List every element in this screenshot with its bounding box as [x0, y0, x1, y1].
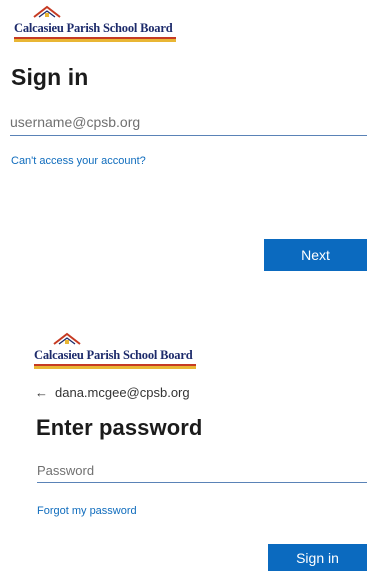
forgot-password-link[interactable]: Forgot my password [37, 505, 137, 517]
logo-text: Calcasieu Parish School Board [34, 348, 193, 362]
school-board-logo: Calcasieu Parish School Board [14, 5, 184, 42]
username-field[interactable] [10, 109, 367, 136]
password-field[interactable] [37, 458, 367, 483]
cant-access-account-link[interactable]: Can't access your account? [11, 155, 146, 167]
school-roof-icon [53, 332, 81, 345]
back-arrow-icon[interactable]: ← [35, 385, 48, 400]
account-email: dana.mcgee@cpsb.org [55, 385, 190, 400]
account-back-row: ← dana.mcgee@cpsb.org [35, 385, 190, 400]
logo-text: Calcasieu Parish School Board [14, 21, 173, 35]
logo-stripe-gold [34, 366, 196, 369]
sign-in-button[interactable]: Sign in [268, 544, 367, 571]
school-roof-icon [33, 5, 61, 18]
logo-stripe-gold [14, 39, 176, 42]
school-board-logo-2: Calcasieu Parish School Board [34, 332, 204, 369]
next-button[interactable]: Next [264, 239, 367, 271]
sign-in-title: Sign in [11, 64, 89, 90]
enter-password-title: Enter password [36, 415, 203, 440]
